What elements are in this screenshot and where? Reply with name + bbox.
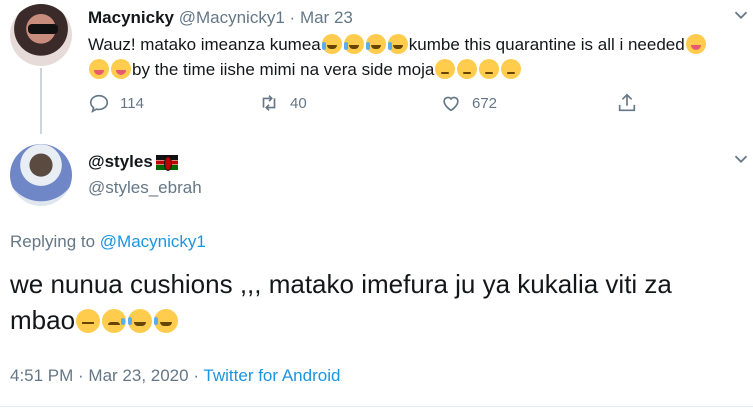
tweet-meta: 4:51 PM · Mar 23, 2020 · Twitter for And… bbox=[10, 366, 340, 386]
thread-line bbox=[40, 68, 42, 134]
joy-emoji-icon bbox=[387, 34, 408, 54]
yum-emoji-icon bbox=[89, 59, 109, 79]
relieved-emoji-icon bbox=[457, 59, 478, 79]
joy-emoji-icon bbox=[128, 309, 153, 333]
relieved-emoji-icon bbox=[435, 59, 456, 79]
parent-actions: 114 40 672 bbox=[88, 92, 648, 116]
yum-emoji-icon bbox=[685, 34, 706, 54]
retweet-button[interactable]: 40 bbox=[258, 92, 307, 114]
joy-emoji-icon bbox=[365, 34, 386, 54]
parent-tweet-text: Wauz! matako imeanza kumea kumbe this qua… bbox=[88, 32, 728, 82]
parent-handle[interactable]: @Macynicky1 bbox=[179, 8, 285, 27]
sad-relieved-emoji-icon bbox=[102, 309, 127, 333]
replying-to: Replying to @Macynicky1 bbox=[10, 232, 206, 252]
divider bbox=[0, 406, 753, 407]
like-icon bbox=[443, 96, 459, 112]
share-icon bbox=[618, 93, 636, 112]
parent-text-part-2: kumbe this quarantine is all i needed bbox=[408, 35, 685, 54]
parent-avatar[interactable] bbox=[10, 4, 72, 66]
meta-separator: · bbox=[73, 366, 89, 385]
replying-to-link[interactable]: @Macynicky1 bbox=[100, 232, 206, 251]
joy-emoji-icon bbox=[321, 34, 342, 54]
like-button[interactable]: 672 bbox=[440, 92, 497, 114]
parent-text-part-3: by the time iishe mimi na vera side moja bbox=[132, 60, 435, 79]
parent-separator: · bbox=[289, 8, 296, 27]
chevron-down-icon[interactable] bbox=[730, 4, 752, 26]
parent-display-name[interactable]: Macynicky bbox=[88, 8, 174, 27]
parent-text-part-1: Wauz! matako imeanza kumea bbox=[88, 35, 321, 54]
main-avatar[interactable] bbox=[10, 144, 72, 206]
main-display-name-text: @styles bbox=[88, 152, 153, 171]
meta-separator-2: · bbox=[188, 366, 204, 385]
joy-emoji-icon bbox=[154, 309, 179, 333]
avatar-glasses bbox=[28, 24, 58, 34]
parent-header: Macynicky @Macynicky1 · Mar 23 bbox=[88, 8, 353, 28]
main-handle[interactable]: @styles_ebrah bbox=[88, 178, 202, 198]
relieved-emoji-icon bbox=[501, 59, 522, 79]
tweet-date[interactable]: Mar 23, 2020 bbox=[88, 366, 188, 385]
share-button[interactable] bbox=[616, 92, 638, 114]
yum-emoji-icon bbox=[111, 59, 131, 79]
parent-tweet[interactable]: Macynicky @Macynicky1 · Mar 23 Wauz! mat… bbox=[0, 0, 753, 140]
like-count: 672 bbox=[472, 94, 498, 112]
reply-count: 114 bbox=[120, 94, 144, 112]
retweet-icon bbox=[262, 95, 276, 111]
retweet-count: 40 bbox=[290, 94, 307, 112]
parent-date[interactable]: Mar 23 bbox=[300, 8, 353, 27]
joy-emoji-icon bbox=[343, 34, 364, 54]
relieved-emoji-icon bbox=[479, 59, 500, 79]
kenya-flag-icon bbox=[155, 154, 178, 171]
main-display-name[interactable]: @styles bbox=[88, 152, 178, 172]
main-tweet: @styles @styles_ebrah Replying to @Macyn… bbox=[0, 140, 753, 415]
unamused-emoji-icon bbox=[76, 309, 101, 333]
tweet-source[interactable]: Twitter for Android bbox=[203, 366, 340, 385]
replying-prefix: Replying to bbox=[10, 232, 100, 251]
chevron-down-icon[interactable] bbox=[730, 148, 752, 170]
tweet-time[interactable]: 4:51 PM bbox=[10, 366, 73, 385]
main-tweet-text: we nunua cushions ,,, matako imefura ju … bbox=[10, 266, 730, 338]
reply-icon bbox=[89, 94, 109, 113]
reply-button[interactable]: 114 bbox=[88, 92, 144, 114]
